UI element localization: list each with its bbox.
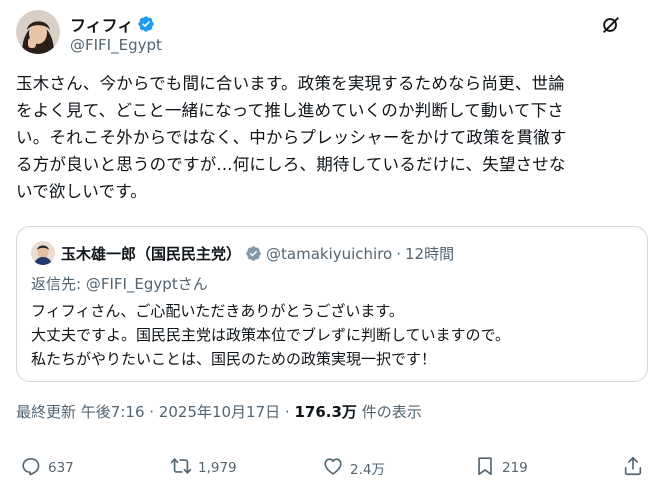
- views-label: 件の表示: [356, 403, 422, 421]
- like-button[interactable]: 2.4万: [322, 450, 385, 486]
- author-display-name[interactable]: フィフィ: [70, 12, 133, 36]
- repost-icon: [170, 455, 192, 481]
- quoted-separator: ·: [396, 244, 402, 263]
- meta-separator: ·: [144, 403, 159, 421]
- tweet-text: 玉木さん、今からでも間に合います。政策を実現するためなら尚更、世論 をよく見て、…: [16, 70, 648, 205]
- quoted-author-name: 玉木雄一郎（国民民主党）: [61, 245, 242, 263]
- quoted-timestamp: 12時間: [405, 245, 455, 263]
- quoted-reply-prefix: 返信先:: [31, 275, 86, 293]
- tweet-header: フィフィ @FIFI_Egypt: [16, 10, 646, 60]
- repost-count: 1,979: [198, 460, 237, 476]
- tweet-meta: 最終更新 午後7:16 · 2025年10月17日 · 176.3万 件の表示: [16, 401, 422, 422]
- quoted-text-line: 大丈夫ですよ。国民民主党は政策本位でブレずに判断していますので。: [31, 326, 510, 344]
- tweet-text-line: いで欲しいです。: [16, 182, 147, 201]
- meta-separator: ·: [280, 403, 295, 421]
- bookmark-count: 219: [502, 460, 528, 476]
- tweet-text-line: 玉木さん、今からでも間に合います。政策を実現するためなら尚更、世論: [16, 74, 565, 93]
- bookmark-icon: [474, 455, 496, 481]
- author-handle[interactable]: @FIFI_Egypt: [70, 36, 162, 54]
- last-updated-label: 最終更新: [16, 403, 77, 421]
- quoted-text-line: フィフィさん、ご心配いただきありがとうございます。: [31, 302, 404, 320]
- verified-badge-icon: [245, 245, 262, 262]
- quoted-author-avatar: [31, 241, 55, 265]
- quoted-reply-context: 返信先: @FIFI_Egyptさん: [31, 273, 208, 294]
- tweet-text-line: をよく見て、どこと一緒になって推し進めていくのか判断して動いて下さ: [16, 101, 564, 120]
- more-options-icon[interactable]: [628, 14, 650, 36]
- quoted-tweet-text: フィフィさん、ご心配いただきありがとうございます。 大丈夫ですよ。国民民主党は政…: [31, 299, 631, 371]
- share-button[interactable]: [622, 450, 644, 486]
- quoted-reply-user: @FIFI_Egyptさん: [85, 275, 208, 293]
- quoted-tweet-header: 玉木雄一郎（国民民主党） @tamakiyuichiro · 12時間: [61, 243, 454, 264]
- tweet-date[interactable]: 2025年10月17日: [159, 403, 280, 421]
- quoted-text-line: 私たちがやりたいことは、国民のための政策実現一択です！: [31, 350, 437, 368]
- reply-icon: [20, 455, 42, 481]
- bookmark-button[interactable]: 219: [474, 450, 528, 486]
- repost-button[interactable]: 1,979: [170, 450, 237, 486]
- quoted-tweet-card[interactable]: 玉木雄一郎（国民民主党） @tamakiyuichiro · 12時間 返信先:…: [16, 226, 648, 382]
- tweet-text-line: る方が良いと思うのですが...何にしろ、期待しているだけに、失望させな: [16, 155, 566, 174]
- verified-badge-icon[interactable]: [137, 15, 155, 33]
- heart-icon: [322, 455, 344, 481]
- author-avatar[interactable]: [16, 10, 60, 54]
- tweet-text-line: い。それこそ外からではなく、中からプレッシャーをかけて政策を貫徹す: [16, 128, 567, 147]
- grok-icon[interactable]: [600, 14, 622, 36]
- reply-count: 637: [48, 460, 74, 476]
- reply-button[interactable]: 637: [20, 450, 74, 486]
- tweet-time[interactable]: 午後7:16: [81, 403, 145, 421]
- action-bar: 637 1,979 2.4万 219: [16, 450, 648, 486]
- quoted-author-handle: @tamakiyuichiro: [266, 244, 393, 263]
- author-name-row: フィフィ: [70, 12, 155, 36]
- share-icon: [622, 455, 644, 481]
- like-count: 2.4万: [350, 462, 385, 478]
- views-count: 176.3万: [294, 403, 357, 421]
